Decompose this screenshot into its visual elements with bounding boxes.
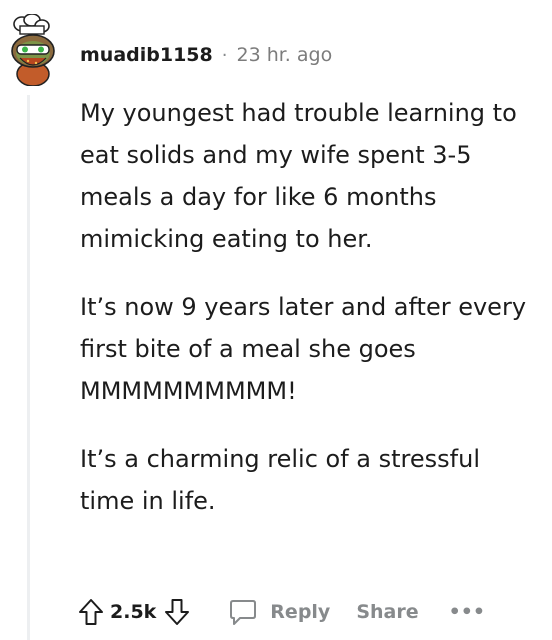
reply-label: Reply [270,601,331,623]
reply-button[interactable]: Reply [228,597,330,627]
speech-bubble-icon [228,597,258,627]
avatar[interactable] [6,13,60,87]
comment-paragraph: It’s now 9 years later and after every f… [80,293,527,405]
downvote-icon[interactable] [164,598,190,626]
timestamp[interactable]: 23 hr. ago [236,44,332,66]
comment-meta: muadib1158 · 23 hr. ago [80,41,332,69]
comment-paragraph: It’s a charming relic of a stressful tim… [80,445,480,515]
more-options-button[interactable]: ••• [449,601,485,623]
vote-count: 2.5k [110,601,157,623]
comment-actions: 2.5k Reply Share ••• [78,592,485,632]
thread-line[interactable] [27,95,30,640]
upvote-icon[interactable] [78,598,104,626]
username-link[interactable]: muadib1158 [80,44,213,66]
share-button[interactable]: Share [356,601,418,623]
snoo-avatar-icon [11,13,55,87]
comment-paragraph: My youngest had trouble learning to eat … [80,99,517,253]
comment-body: My youngest had trouble learning to eat … [80,92,540,548]
meta-separator: · [221,44,228,66]
